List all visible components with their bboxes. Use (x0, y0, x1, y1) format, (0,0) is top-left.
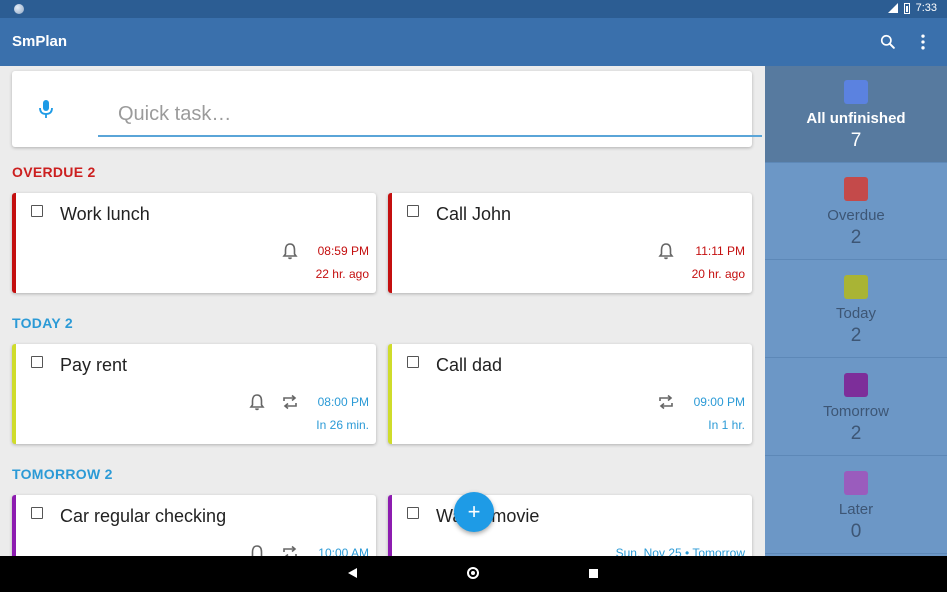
quick-task-input[interactable] (98, 93, 762, 137)
category-color-swatch (844, 373, 868, 397)
reminder-bell-icon (251, 545, 263, 556)
notification-icon (14, 4, 24, 14)
task-card[interactable]: Car regular checking 10:00 AM (12, 495, 376, 556)
task-card[interactable]: Call John 11:11 PM 20 hr. ago (388, 193, 752, 293)
repeat-icon (659, 394, 673, 410)
sidebar-item-all-unfinished[interactable]: All unfinished 7 (765, 66, 947, 163)
sidebar-item-label: Today (835, 305, 877, 322)
section-header-tomorrow: TOMORROW 2 (12, 466, 113, 482)
task-relative-time: In 1 hr. (708, 418, 745, 432)
task-time: 08:59 PM (317, 244, 369, 258)
sidebar-item-tomorrow[interactable]: Tomorrow 2 (765, 359, 947, 456)
task-card[interactable]: Work lunch 08:59 PM 22 hr. ago (12, 193, 376, 293)
repeat-icon (283, 545, 297, 556)
sidebar-item-count: 2 (850, 423, 862, 444)
home-icon[interactable] (467, 567, 479, 579)
task-title: Car regular checking (60, 506, 227, 526)
task-checkbox[interactable] (31, 205, 43, 217)
task-card[interactable]: Watch movie Sun, Nov 25 • Tomorrow (388, 495, 752, 556)
status-time: 7:33 (915, 2, 937, 14)
category-color-swatch (844, 80, 868, 104)
task-card[interactable]: Call dad 09:00 PM In 1 hr. (388, 344, 752, 444)
app-title: SmPlan (12, 33, 68, 50)
back-icon[interactable] (348, 568, 357, 578)
system-nav-bar (0, 556, 947, 592)
sidebar-item-later[interactable]: Later 0 (765, 457, 947, 554)
task-title: Work lunch (60, 204, 150, 224)
microphone-icon[interactable] (38, 99, 54, 121)
task-list[interactable]: OVERDUE 2 TODAY 2 TOMORROW 2 Work lunch … (0, 66, 765, 556)
sidebar-item-today[interactable]: Today 2 (765, 261, 947, 358)
sidebar-item-overdue[interactable]: Overdue 2 (765, 163, 947, 260)
sidebar-item-label: All unfinished (806, 110, 906, 127)
sidebar-item-count: 2 (850, 325, 862, 346)
task-time: 10:00 AM (318, 546, 369, 556)
sidebar-item-count: 7 (850, 130, 862, 151)
status-bar: 7:33 (0, 0, 947, 18)
category-color-swatch (844, 177, 868, 201)
section-header-today: TODAY 2 (12, 315, 73, 331)
task-relative-time: 20 hr. ago (691, 267, 745, 281)
sidebar-item-label: Later (838, 501, 874, 518)
recents-icon[interactable] (589, 569, 598, 578)
task-checkbox[interactable] (407, 356, 419, 368)
reminder-bell-icon (658, 243, 674, 260)
task-time: Sun, Nov 25 • Tomorrow (615, 546, 745, 556)
reminder-bell-icon (249, 394, 265, 411)
search-icon[interactable] (878, 32, 898, 52)
sidebar-item-label: Tomorrow (823, 403, 889, 420)
status-icons: 7:33 (887, 2, 937, 14)
sidebar-item-count: 0 (850, 521, 862, 542)
task-checkbox[interactable] (31, 507, 43, 519)
task-relative-time: In 26 min. (316, 418, 369, 432)
task-time: 08:00 PM (317, 395, 369, 409)
repeat-icon (283, 394, 297, 410)
task-checkbox[interactable] (407, 507, 419, 519)
task-title: Pay rent (60, 355, 128, 375)
battery-icon (903, 2, 910, 14)
category-color-swatch (844, 275, 868, 299)
task-time: 11:11 PM (695, 244, 745, 258)
reminder-bell-icon (282, 243, 298, 260)
quick-task-card (12, 71, 762, 147)
sidebar-item-label: Overdue (827, 207, 885, 224)
task-checkbox[interactable] (31, 356, 43, 368)
sidebar-item-count: 2 (850, 227, 862, 248)
signal-icon (887, 3, 898, 13)
category-color-swatch (844, 471, 868, 495)
more-vert-icon[interactable] (913, 32, 933, 52)
task-card[interactable]: Pay rent 08:00 PM In 26 min. (12, 344, 376, 444)
task-title: Call John (436, 204, 512, 224)
filter-sidebar: All unfinished 7 Overdue 2 Today 2 Tomor… (765, 66, 947, 556)
task-title: Call dad (436, 355, 503, 375)
task-time: 09:00 PM (693, 395, 745, 409)
app-bar: SmPlan (0, 18, 947, 66)
section-header-overdue: OVERDUE 2 (12, 164, 96, 180)
add-task-button[interactable]: + (454, 492, 494, 532)
task-relative-time: 22 hr. ago (315, 267, 369, 281)
task-checkbox[interactable] (407, 205, 419, 217)
